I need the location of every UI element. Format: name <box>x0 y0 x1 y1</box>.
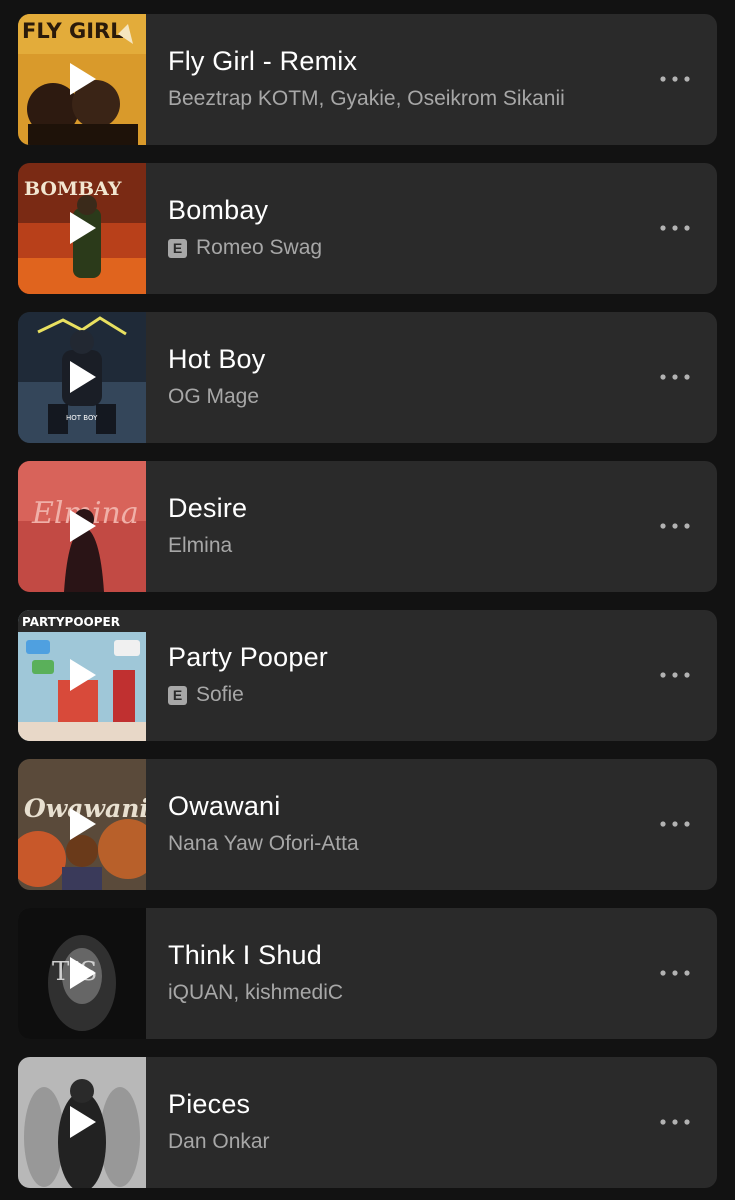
album-art[interactable]: BOMBAY <box>18 163 146 294</box>
play-icon[interactable] <box>68 806 98 842</box>
track-artists: iQUAN, kishmediC <box>168 981 343 1005</box>
play-icon[interactable] <box>68 508 98 544</box>
more-options-icon[interactable] <box>659 814 691 834</box>
track-title[interactable]: Hot Boy <box>168 344 265 375</box>
track-row[interactable]: TIS Think I Shud iQUAN, kishmediC <box>18 908 717 1039</box>
track-row[interactable]: BOMBAY Bombay E Romeo Swag <box>18 163 717 294</box>
album-art[interactable]: HOT BOY <box>18 312 146 443</box>
track-title[interactable]: Party Pooper <box>168 642 328 673</box>
artist-names[interactable]: Nana Yaw Ofori-Atta <box>168 832 359 856</box>
track-list: FLY GIRL Fly Girl - Remix Beeztrap KOTM,… <box>0 0 735 1200</box>
artist-names[interactable]: Dan Onkar <box>168 1130 270 1154</box>
track-artists: E Romeo Swag <box>168 236 322 260</box>
artist-names[interactable]: OG Mage <box>168 385 259 409</box>
album-art[interactable]: FLY GIRL <box>18 14 146 145</box>
more-options-icon[interactable] <box>659 218 691 238</box>
track-title[interactable]: Think I Shud <box>168 940 322 971</box>
album-art[interactable]: Elmina <box>18 461 146 592</box>
track-row[interactable]: PARTYPOOPER Party Pooper E Sofie <box>18 610 717 741</box>
track-row[interactable]: HOT BOY Hot Boy OG Mage <box>18 312 717 443</box>
album-art[interactable]: Owawani <box>18 759 146 890</box>
artist-names[interactable]: Beeztrap KOTM, Gyakie, Oseikrom Sikanii <box>168 87 565 111</box>
cover-text: HOT BOY <box>66 414 98 422</box>
more-options-icon[interactable] <box>659 963 691 983</box>
track-title[interactable]: Bombay <box>168 195 268 226</box>
play-icon[interactable] <box>68 359 98 395</box>
track-title[interactable]: Fly Girl - Remix <box>168 46 357 77</box>
cover-text: BOMBAY <box>24 178 122 200</box>
track-row[interactable]: Pieces Dan Onkar <box>18 1057 717 1188</box>
play-icon[interactable] <box>68 61 98 97</box>
more-options-icon[interactable] <box>659 665 691 685</box>
more-options-icon[interactable] <box>659 1112 691 1132</box>
track-title[interactable]: Desire <box>168 493 247 524</box>
track-title[interactable]: Pieces <box>168 1089 250 1120</box>
more-options-icon[interactable] <box>659 367 691 387</box>
play-icon[interactable] <box>68 657 98 693</box>
play-icon[interactable] <box>68 210 98 246</box>
track-title[interactable]: Owawani <box>168 791 280 822</box>
artist-names[interactable]: Romeo Swag <box>196 236 322 260</box>
artist-names[interactable]: iQUAN, kishmediC <box>168 981 343 1005</box>
play-icon[interactable] <box>68 955 98 991</box>
track-row[interactable]: FLY GIRL Fly Girl - Remix Beeztrap KOTM,… <box>18 14 717 145</box>
album-art[interactable]: TIS <box>18 908 146 1039</box>
artist-names[interactable]: Elmina <box>168 534 232 558</box>
cover-text: FLY GIRL <box>22 19 124 43</box>
track-artists: Nana Yaw Ofori-Atta <box>168 832 359 856</box>
more-options-icon[interactable] <box>659 69 691 89</box>
track-row[interactable]: Elmina Desire Elmina <box>18 461 717 592</box>
explicit-badge: E <box>168 238 187 258</box>
track-artists: Beeztrap KOTM, Gyakie, Oseikrom Sikanii <box>168 87 565 111</box>
track-row[interactable]: Owawani Owawani Nana Yaw Ofori-Atta <box>18 759 717 890</box>
play-icon[interactable] <box>68 1104 98 1140</box>
track-artists: Elmina <box>168 534 232 558</box>
more-options-icon[interactable] <box>659 516 691 536</box>
album-art[interactable]: PARTYPOOPER <box>18 610 146 741</box>
album-art[interactable] <box>18 1057 146 1188</box>
artist-names[interactable]: Sofie <box>196 683 244 707</box>
cover-text: PARTYPOOPER <box>22 615 120 629</box>
track-artists: E Sofie <box>168 683 244 707</box>
track-artists: OG Mage <box>168 385 259 409</box>
track-artists: Dan Onkar <box>168 1130 270 1154</box>
explicit-badge: E <box>168 685 187 705</box>
